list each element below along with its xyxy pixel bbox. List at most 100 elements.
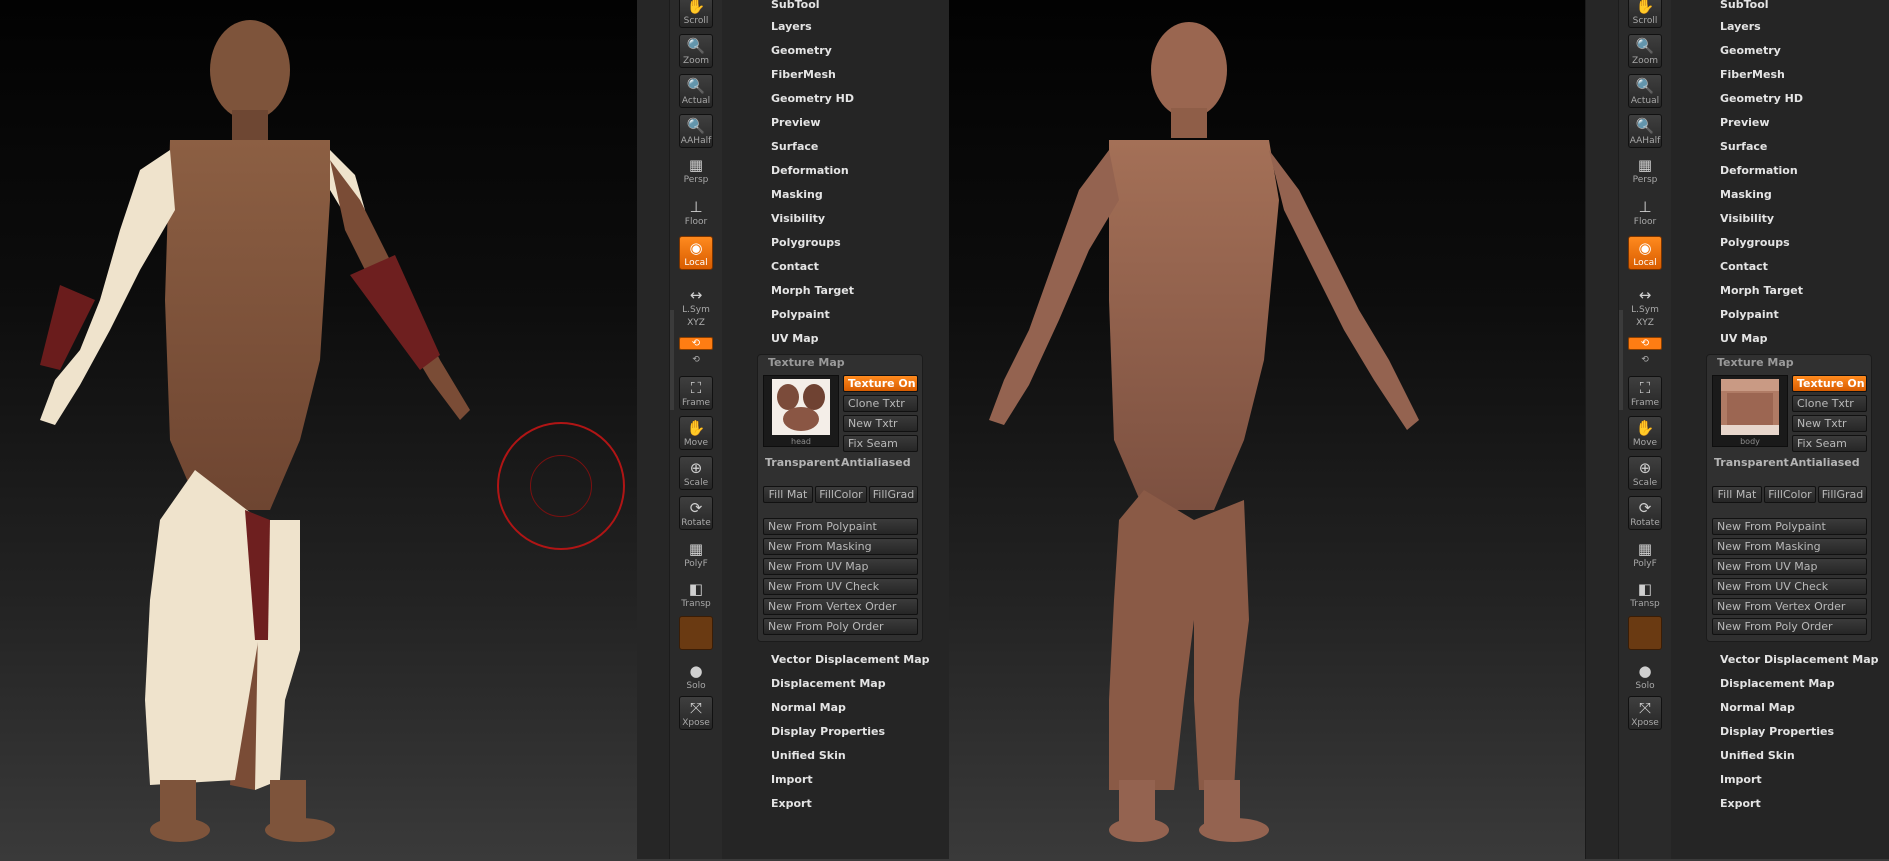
fix-seam-button[interactable]: Fix Seam <box>843 435 918 452</box>
texture-map-title[interactable]: Texture Map <box>1717 356 1794 369</box>
menu-subtool[interactable]: SubTool <box>1720 0 1769 11</box>
clone-txtr-button[interactable]: Clone Txtr <box>843 395 918 412</box>
antialiased-toggle[interactable]: Antialiased <box>1790 456 1860 469</box>
fill-grad-button[interactable]: FillGrad <box>869 486 918 503</box>
solo-button[interactable]: ● Solo <box>679 660 713 694</box>
viewport-canvas[interactable] <box>0 0 638 861</box>
menu-polypaint[interactable]: Polypaint <box>1720 308 1779 321</box>
menu-geometry-hd[interactable]: Geometry HD <box>771 92 854 105</box>
menu-visibility[interactable]: Visibility <box>1720 212 1774 225</box>
texture-on-button[interactable]: Texture On <box>1792 375 1867 392</box>
menu-contact[interactable]: Contact <box>771 260 819 273</box>
new-from-uv-map-button[interactable]: New From UV Map <box>1712 558 1867 575</box>
rotate-button[interactable]: ⟳ Rotate <box>1628 496 1662 530</box>
move-button[interactable]: ✋ Move <box>1628 416 1662 450</box>
menu-geometry[interactable]: Geometry <box>771 44 832 57</box>
frame-button[interactable]: ⛶ Frame <box>679 376 713 410</box>
fill-color-button[interactable]: FillColor <box>815 486 867 503</box>
xpose-button[interactable]: ⤧ Xpose <box>679 696 713 730</box>
menu-vector-displacement-map[interactable]: Vector Displacement Map <box>1720 653 1879 666</box>
lsym-button[interactable]: ↔ L.Sym <box>679 284 713 318</box>
solo-button[interactable]: ● Solo <box>1628 660 1662 694</box>
menu-masking[interactable]: Masking <box>771 188 823 201</box>
new-from-polypaint-button[interactable]: New From Polypaint <box>1712 518 1867 535</box>
transparent-toggle[interactable]: Transparent <box>765 456 840 469</box>
polyf-button[interactable]: ▦ PolyF <box>679 538 713 572</box>
local-button[interactable]: ◉ Local <box>1628 236 1662 270</box>
menu-export[interactable]: Export <box>1720 797 1761 810</box>
persp-button[interactable]: ▦ Persp <box>679 154 713 188</box>
menu-fibermesh[interactable]: FiberMesh <box>771 68 836 81</box>
zoom-button[interactable]: 🔍 Zoom <box>1628 34 1662 68</box>
menu-export[interactable]: Export <box>771 797 812 810</box>
menu-morph-target[interactable]: Morph Target <box>771 284 854 297</box>
menu-surface[interactable]: Surface <box>771 140 818 153</box>
transp-button[interactable]: ◧ Transp <box>1628 578 1662 612</box>
aahalf-button[interactable]: 🔍 AAHalf <box>679 114 713 148</box>
texture-on-button[interactable]: Texture On <box>843 375 918 392</box>
new-from-uv-check-button[interactable]: New From UV Check <box>763 578 918 595</box>
new-txtr-button[interactable]: New Txtr <box>843 415 918 432</box>
scroll-button[interactable]: ✋ Scroll <box>1628 0 1662 28</box>
new-from-vertex-order-button[interactable]: New From Vertex Order <box>1712 598 1867 615</box>
new-txtr-button[interactable]: New Txtr <box>1792 415 1867 432</box>
menu-preview[interactable]: Preview <box>1720 116 1770 129</box>
menu-subtool[interactable]: SubTool <box>771 0 820 11</box>
transp-button[interactable]: ◧ Transp <box>679 578 713 612</box>
zoom-button[interactable]: 🔍 Zoom <box>679 34 713 68</box>
fill-grad-button[interactable]: FillGrad <box>1818 486 1867 503</box>
rotate-axis-toggle[interactable]: ⟲ <box>1628 337 1662 350</box>
clone-txtr-button[interactable]: Clone Txtr <box>1792 395 1867 412</box>
persp-button[interactable]: ▦ Persp <box>1628 154 1662 188</box>
actual-button[interactable]: 🔍 Actual <box>1628 74 1662 108</box>
move-button[interactable]: ✋ Move <box>679 416 713 450</box>
menu-surface[interactable]: Surface <box>1720 140 1767 153</box>
new-from-vertex-order-button[interactable]: New From Vertex Order <box>763 598 918 615</box>
scroll-button[interactable]: ✋ Scroll <box>679 0 713 28</box>
actual-button[interactable]: 🔍 Actual <box>679 74 713 108</box>
xyz-label[interactable]: XYZ <box>674 318 718 328</box>
fix-seam-button[interactable]: Fix Seam <box>1792 435 1867 452</box>
texture-thumbnail[interactable]: head <box>763 375 839 447</box>
menu-import[interactable]: Import <box>771 773 813 786</box>
scale-button[interactable]: ⊕ Scale <box>679 456 713 490</box>
rotate-axis-toggle[interactable]: ⟲ <box>679 337 713 350</box>
menu-import[interactable]: Import <box>1720 773 1762 786</box>
aahalf-button[interactable]: 🔍 AAHalf <box>1628 114 1662 148</box>
menu-deformation[interactable]: Deformation <box>1720 164 1798 177</box>
menu-morph-target[interactable]: Morph Target <box>1720 284 1803 297</box>
frame-button[interactable]: ⛶ Frame <box>1628 376 1662 410</box>
menu-display-properties[interactable]: Display Properties <box>771 725 885 738</box>
new-from-poly-order-button[interactable]: New From Poly Order <box>1712 618 1867 635</box>
fill-mat-button[interactable]: Fill Mat <box>1712 486 1762 503</box>
menu-polygroups[interactable]: Polygroups <box>771 236 841 249</box>
new-from-masking-button[interactable]: New From Masking <box>1712 538 1867 555</box>
xyz-label[interactable]: XYZ <box>1623 318 1667 328</box>
menu-deformation[interactable]: Deformation <box>771 164 849 177</box>
menu-fibermesh[interactable]: FiberMesh <box>1720 68 1785 81</box>
menu-polygroups[interactable]: Polygroups <box>1720 236 1790 249</box>
ghost-button[interactable] <box>679 616 713 650</box>
new-from-masking-button[interactable]: New From Masking <box>763 538 918 555</box>
menu-normal-map[interactable]: Normal Map <box>771 701 846 714</box>
menu-displacement-map[interactable]: Displacement Map <box>771 677 886 690</box>
menu-display-properties[interactable]: Display Properties <box>1720 725 1834 738</box>
menu-layers[interactable]: Layers <box>771 20 812 33</box>
new-from-uv-check-button[interactable]: New From UV Check <box>1712 578 1867 595</box>
polyf-button[interactable]: ▦ PolyF <box>1628 538 1662 572</box>
menu-vector-displacement-map[interactable]: Vector Displacement Map <box>771 653 930 666</box>
menu-masking[interactable]: Masking <box>1720 188 1772 201</box>
scale-button[interactable]: ⊕ Scale <box>1628 456 1662 490</box>
menu-unified-skin[interactable]: Unified Skin <box>1720 749 1795 762</box>
menu-contact[interactable]: Contact <box>1720 260 1768 273</box>
texture-thumbnail[interactable]: body <box>1712 375 1788 447</box>
fill-color-button[interactable]: FillColor <box>1764 486 1816 503</box>
menu-uv-map[interactable]: UV Map <box>771 332 819 345</box>
menu-normal-map[interactable]: Normal Map <box>1720 701 1795 714</box>
menu-unified-skin[interactable]: Unified Skin <box>771 749 846 762</box>
menu-displacement-map[interactable]: Displacement Map <box>1720 677 1835 690</box>
xpose-button[interactable]: ⤧ Xpose <box>1628 696 1662 730</box>
lsym-button[interactable]: ↔ L.Sym <box>1628 284 1662 318</box>
texture-map-title[interactable]: Texture Map <box>768 356 845 369</box>
floor-button[interactable]: ⊥ Floor <box>679 196 713 230</box>
